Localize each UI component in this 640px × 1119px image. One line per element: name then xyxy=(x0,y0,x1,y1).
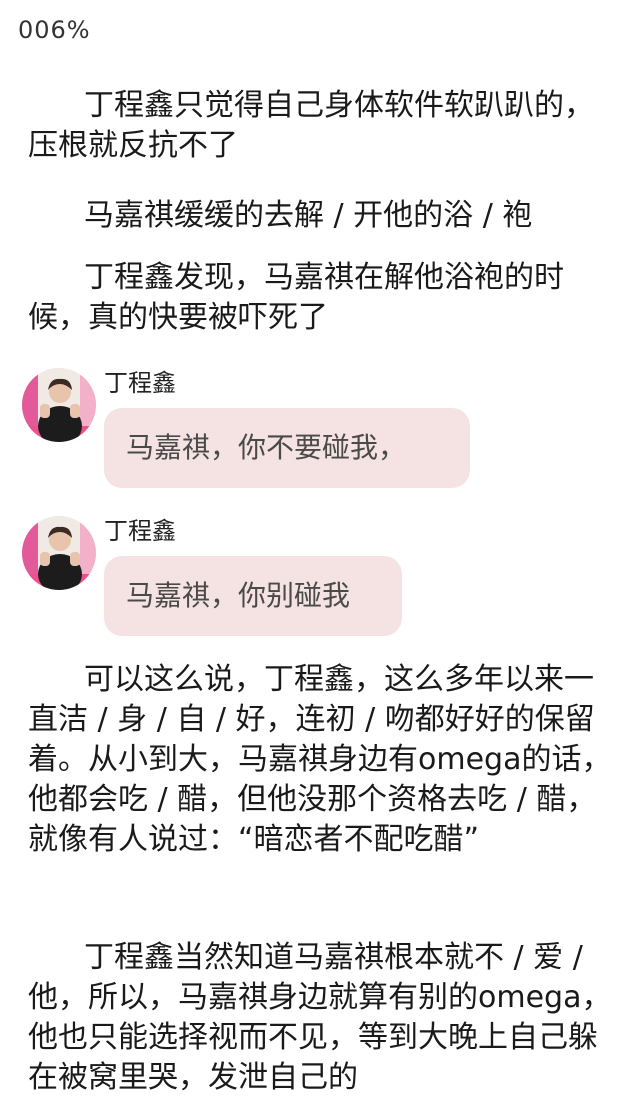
avatar[interactable] xyxy=(22,368,96,442)
story-paragraph-5: 丁程鑫当然知道马嘉祺根本就不 / 爱 / 他，所以，马嘉祺身边就算有别的omeg… xyxy=(28,940,612,1095)
speaker-name: 丁程鑫 xyxy=(104,517,176,545)
chat-bubble: 马嘉祺，你别碰我 xyxy=(104,556,402,636)
person-photo-icon xyxy=(22,516,96,590)
story-paragraph-3: 丁程鑫发现，马嘉祺在解他浴袍的时候，真的快要被吓死了 xyxy=(28,260,564,335)
speaker-name: 丁程鑫 xyxy=(104,369,176,397)
avatar[interactable] xyxy=(22,516,96,590)
chat-message: 丁程鑫 马嘉祺，你不要碰我， xyxy=(22,368,622,492)
story-paragraph-4: 可以这么说，丁程鑫，这么多年以来一直洁 / 身 / 自 / 好，连初 / 吻都好… xyxy=(28,662,612,857)
reading-progress: 006% xyxy=(18,16,91,44)
story-paragraph-2: 马嘉祺缓缓的去解 / 开他的浴 / 袍 xyxy=(84,198,533,233)
chat-bubble: 马嘉祺，你不要碰我， xyxy=(104,408,470,488)
story-paragraph-1: 丁程鑫只觉得自己身体软件软趴趴的，压根就反抗不了 xyxy=(28,88,594,163)
person-photo-icon xyxy=(22,368,96,442)
chat-message: 丁程鑫 马嘉祺，你别碰我 xyxy=(22,516,622,640)
